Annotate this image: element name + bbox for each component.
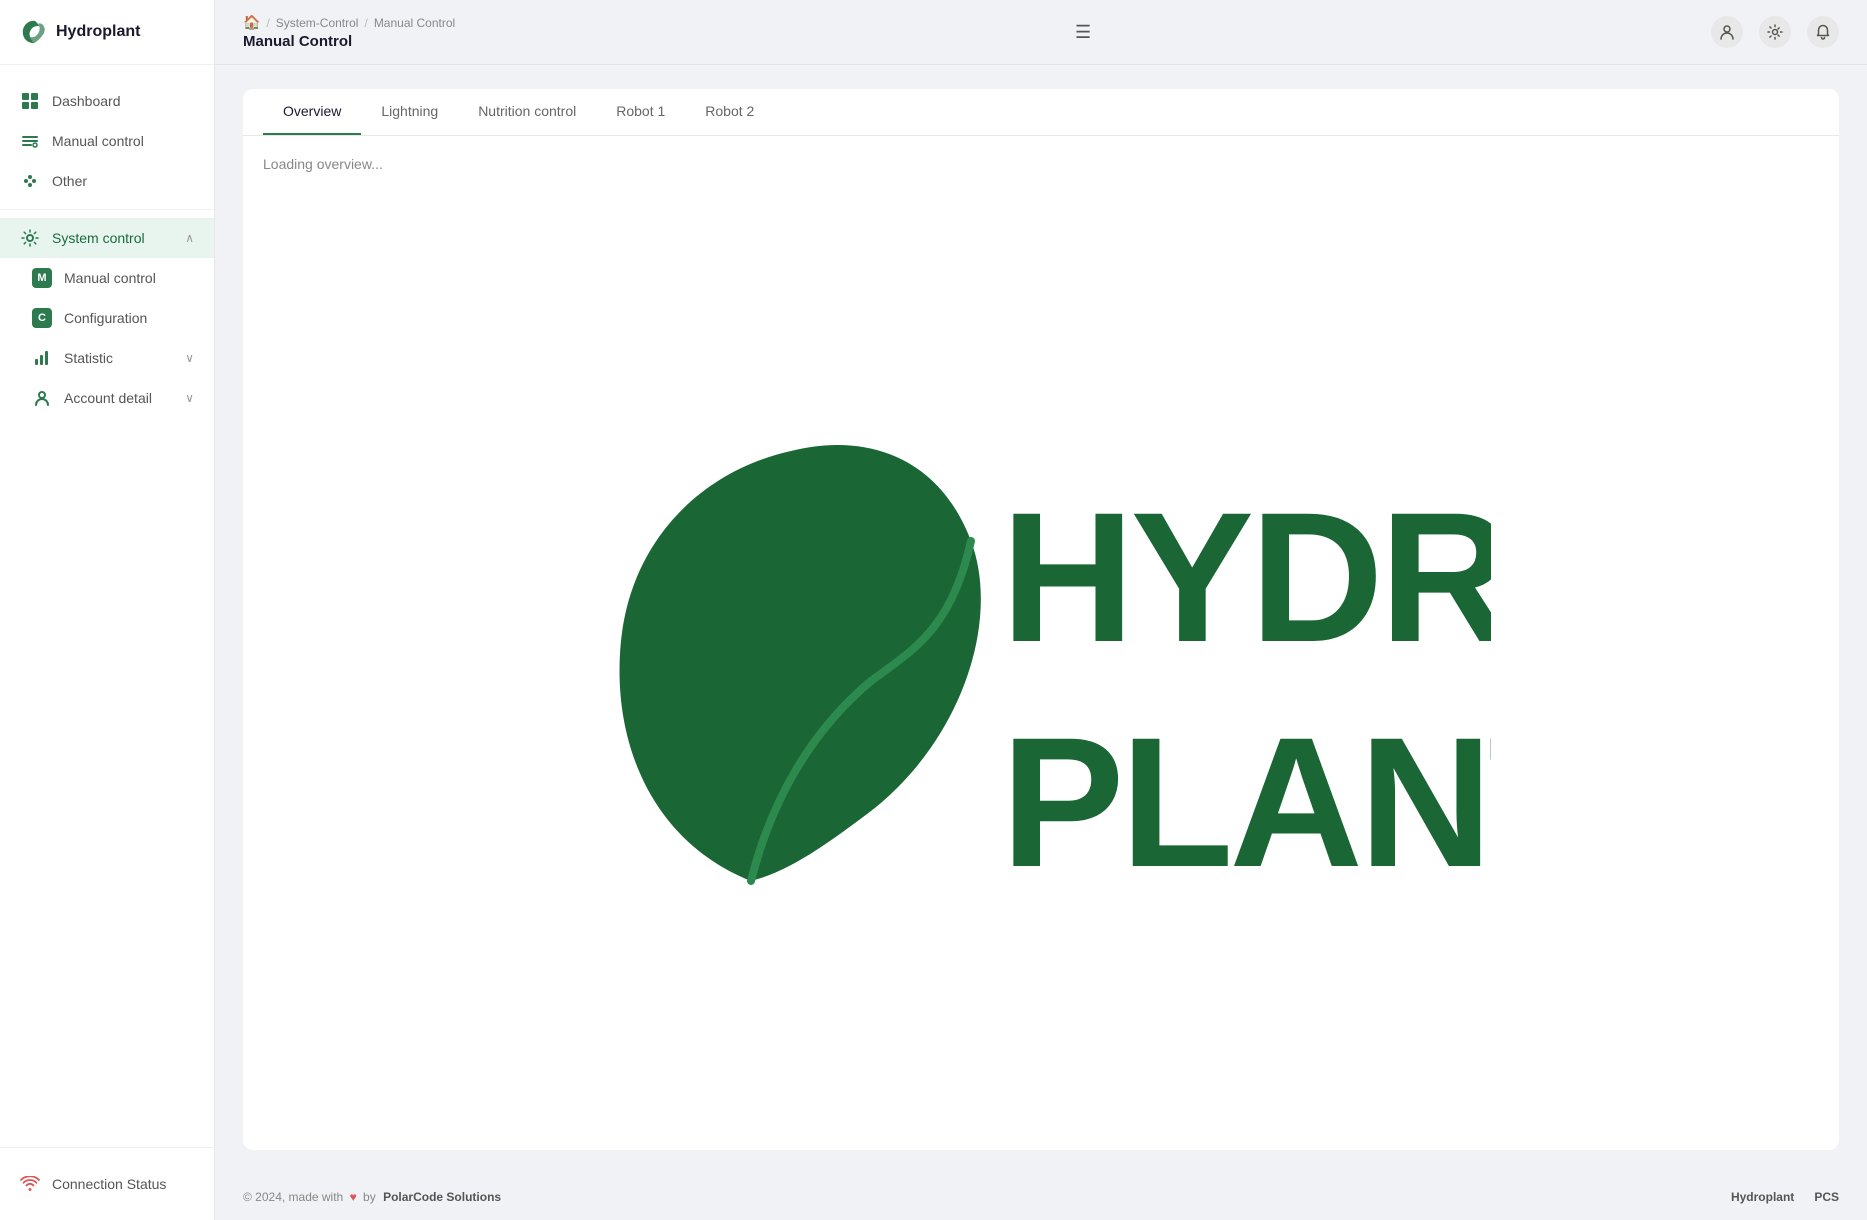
account-chevron: ∨ xyxy=(185,391,194,405)
connection-status-label: Connection Status xyxy=(52,1176,166,1192)
sidebar-item-manual[interactable]: Manual control xyxy=(0,121,214,161)
svg-text:HYDRO: HYDRO xyxy=(1001,475,1491,681)
sidebar-account-label: Account detail xyxy=(64,390,152,406)
loading-text: Loading overview... xyxy=(263,156,383,172)
sidebar-manual-sub-label: Manual control xyxy=(64,270,156,286)
sidebar-nav: Dashboard Manual control xyxy=(0,65,214,1147)
breadcrumb-path: 🏠 / System-Control / Manual Control xyxy=(243,14,455,31)
card-body: Loading overview... HYDRO xyxy=(243,136,1839,1150)
footer-right: Hydroplant PCS xyxy=(1731,1190,1839,1204)
sidebar-bottom: Connection Status xyxy=(0,1147,214,1220)
tab-lightning[interactable]: Lightning xyxy=(361,89,458,135)
main-area: 🏠 / System-Control / Manual Control Manu… xyxy=(215,0,1867,1220)
sidebar-item-configuration[interactable]: C Configuration xyxy=(0,298,214,338)
sidebar-other-label: Other xyxy=(52,173,87,189)
footer-brand-1: Hydroplant xyxy=(1731,1190,1794,1204)
tab-overview[interactable]: Overview xyxy=(263,89,361,135)
statistic-icon xyxy=(32,348,52,368)
footer-heart: ♥ xyxy=(350,1190,357,1204)
breadcrumb-parent[interactable]: System-Control xyxy=(276,16,359,30)
topbar: 🏠 / System-Control / Manual Control Manu… xyxy=(215,0,1867,65)
sidebar-config-label: Configuration xyxy=(64,310,147,326)
logo-container: HYDRO PLANT xyxy=(263,192,1819,1130)
main-card: Overview Lightning Nutrition control Rob… xyxy=(243,89,1839,1150)
tab-robot1[interactable]: Robot 1 xyxy=(596,89,685,135)
sidebar-item-account[interactable]: Account detail ∨ xyxy=(0,378,214,418)
logo-icon xyxy=(20,18,48,46)
sidebar-item-other[interactable]: Other xyxy=(0,161,214,201)
sidebar-divider-1 xyxy=(0,209,214,210)
page-title: Manual Control xyxy=(243,33,455,50)
system-control-icon xyxy=(20,228,40,248)
sidebar-item-dashboard[interactable]: Dashboard xyxy=(0,81,214,121)
bell-icon-button[interactable] xyxy=(1807,16,1839,48)
footer-company: PolarCode Solutions xyxy=(383,1190,501,1204)
content-area: Overview Lightning Nutrition control Rob… xyxy=(215,65,1867,1174)
sidebar-dashboard-label: Dashboard xyxy=(52,93,121,109)
manual-badge: M xyxy=(32,268,52,288)
system-control-chevron: ∧ xyxy=(185,231,194,245)
sidebar-item-connection[interactable]: Connection Status xyxy=(0,1164,214,1204)
hydroplant-big-logo: HYDRO PLANT xyxy=(591,421,1491,901)
home-icon[interactable]: 🏠 xyxy=(243,14,260,31)
sidebar-logo[interactable]: Hydroplant xyxy=(0,0,214,65)
config-badge: C xyxy=(32,308,52,328)
tabs-bar: Overview Lightning Nutrition control Rob… xyxy=(243,89,1839,136)
breadcrumb-sep-2: / xyxy=(364,16,367,30)
statistic-chevron: ∨ xyxy=(185,351,194,365)
breadcrumb-sep-1: / xyxy=(266,16,269,30)
svg-text:PLANT: PLANT xyxy=(1001,700,1491,901)
app-name: Hydroplant xyxy=(56,23,140,41)
settings-icon-button[interactable] xyxy=(1759,16,1791,48)
dashboard-icon xyxy=(20,91,40,111)
sidebar-statistic-label: Statistic xyxy=(64,350,113,366)
footer: © 2024, made with ♥ by PolarCode Solutio… xyxy=(215,1174,1867,1220)
sidebar-manual-label: Manual control xyxy=(52,133,144,149)
sidebar-item-manual-sub[interactable]: M Manual control xyxy=(0,258,214,298)
account-icon xyxy=(32,388,52,408)
user-icon-button[interactable] xyxy=(1711,16,1743,48)
sidebar-item-system-control[interactable]: System control ∧ xyxy=(0,218,214,258)
sidebar: Hydroplant Dashboard xyxy=(0,0,215,1220)
sidebar-system-label: System control xyxy=(52,230,145,246)
footer-by: by xyxy=(363,1190,376,1204)
topbar-center: ☰ xyxy=(1069,16,1097,49)
tab-robot2[interactable]: Robot 2 xyxy=(685,89,774,135)
footer-brand-2: PCS xyxy=(1814,1190,1839,1204)
hamburger-button[interactable]: ☰ xyxy=(1069,16,1097,49)
other-icon xyxy=(20,171,40,191)
manual-icon xyxy=(20,131,40,151)
footer-copy: © 2024, made with xyxy=(243,1190,343,1204)
topbar-actions xyxy=(1711,16,1839,48)
footer-left: © 2024, made with ♥ by PolarCode Solutio… xyxy=(243,1190,501,1204)
wifi-icon xyxy=(20,1174,40,1194)
breadcrumb-current: Manual Control xyxy=(374,16,455,30)
sidebar-item-statistic[interactable]: Statistic ∨ xyxy=(0,338,214,378)
breadcrumb: 🏠 / System-Control / Manual Control Manu… xyxy=(243,14,455,50)
tab-nutrition[interactable]: Nutrition control xyxy=(458,89,596,135)
